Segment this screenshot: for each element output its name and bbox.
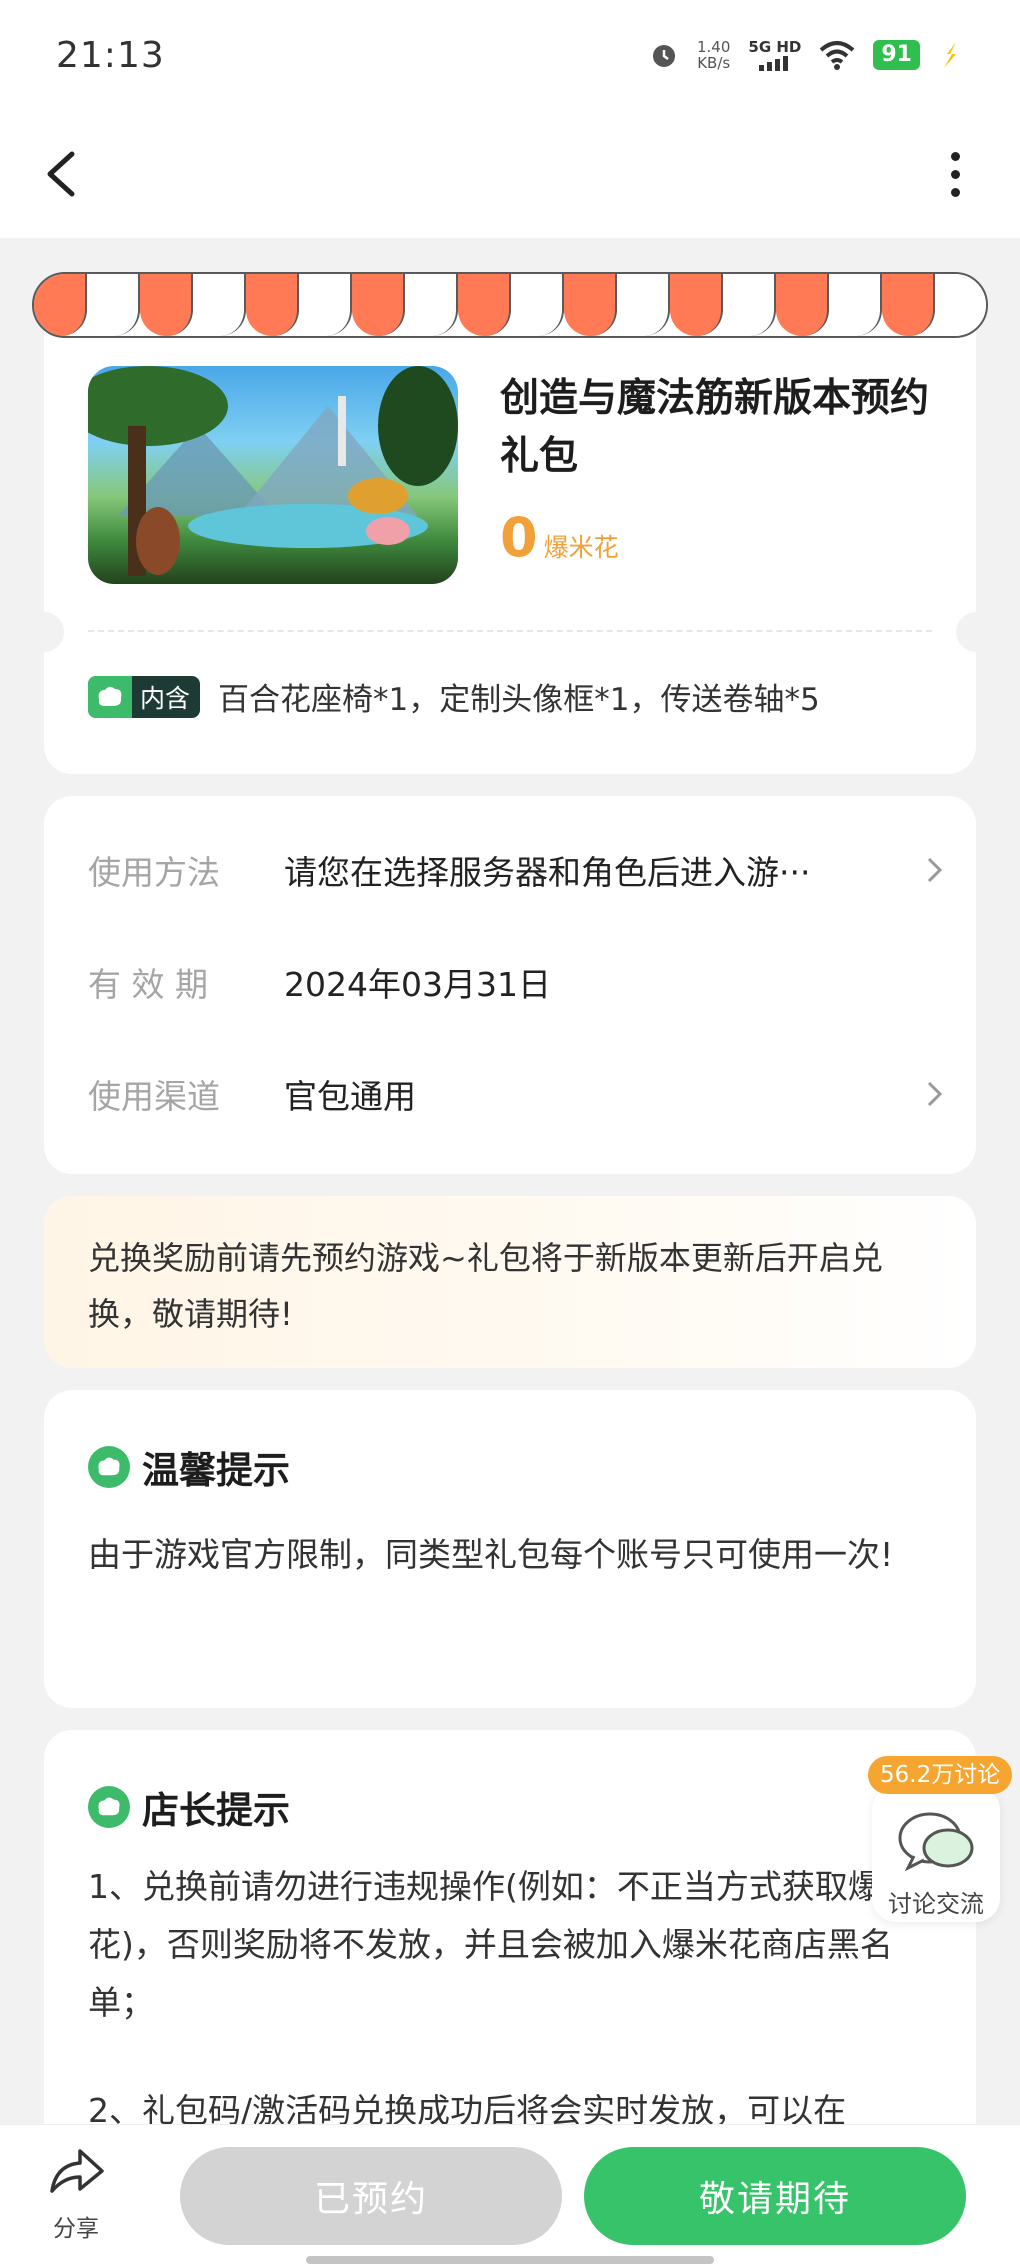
shop-tip-item-1: 1、兑换前请勿进行违规操作(例如：不正当方式获取爆米花)，否则奖励将不发放，并且… [88, 1867, 914, 2022]
popcorn-icon [88, 1786, 130, 1828]
network-type: 5G HD [748, 38, 802, 56]
share-label: 分享 [53, 2216, 99, 2242]
status-bar: 21:13 1.40 KB/s 5G HD 91 [0, 0, 1020, 110]
gift-card: 创造与魔法筋新版本预约礼包 0 爆米花 内含 百合花座椅*1，定制头像框*1，传… [24, 320, 996, 774]
warm-tip-header: 温馨提示 [88, 1440, 290, 1494]
awning-stripe [511, 274, 564, 336]
shop-tip-title: 店长提示 [142, 1789, 290, 1832]
net-speed: 1.40 KB/s [697, 39, 730, 71]
awning-stripe [352, 274, 405, 336]
wifi-icon [820, 41, 855, 70]
shop-tip-card: 店长提示 1、兑换前请勿进行违规操作(例如：不正当方式获取爆米花)，否则奖励将不… [44, 1730, 976, 2150]
awning-stripe [723, 274, 776, 336]
usage-info-card: 使用方法 请您在选择服务器和角色后进入游··· 有 效 期 2024年03月31… [44, 796, 976, 1174]
awning-stripe [87, 274, 140, 336]
await-button[interactable]: 敬请期待 [584, 2147, 966, 2245]
popcorn-icon [88, 675, 132, 718]
more-vertical-icon [951, 152, 960, 161]
awning-stripe [829, 274, 882, 336]
channel-label: 使用渠道 [88, 1077, 220, 1116]
validity-row: 有 效 期 2024年03月31日 [88, 952, 938, 1012]
awning-stripe [34, 274, 87, 336]
dashed-divider [88, 630, 932, 632]
status-icons: 1.40 KB/s 5G HD 91 [649, 39, 964, 71]
usage-method-row[interactable]: 使用方法 请您在选择服务器和角色后进入游··· [88, 840, 943, 900]
gift-title: 创造与魔法筋新版本预约礼包 [500, 376, 930, 479]
usage-method-label: 使用方法 [88, 853, 220, 892]
awning-stripe [299, 274, 352, 336]
gift-price: 0 爆米花 [500, 506, 619, 569]
warm-tip-card: 温馨提示 由于游戏官方限制，同类型礼包每个账号只可使用一次! [44, 1390, 976, 1708]
signal-group: 5G HD [748, 39, 801, 71]
validity-value: 2024年03月31日 [284, 965, 551, 1004]
awning-stripe [246, 274, 299, 336]
status-time: 21:13 [56, 34, 165, 76]
awning-decoration [32, 272, 988, 338]
usage-method-value: 请您在选择服务器和角色后进入游··· [284, 853, 811, 892]
chat-bubbles-icon [898, 1812, 974, 1872]
share-icon [50, 2149, 104, 2193]
awning-stripe [776, 274, 829, 336]
price-value: 0 [500, 506, 538, 569]
awning-stripe [617, 274, 670, 336]
more-button[interactable] [930, 140, 980, 204]
validity-label: 有 效 期 [88, 965, 208, 1004]
price-unit: 爆米花 [543, 533, 619, 562]
warm-tip-body: 由于游戏官方限制，同类型礼包每个账号只可使用一次! [88, 1535, 894, 1574]
chevron-right-icon [927, 1081, 943, 1107]
ticket-notch-right [956, 612, 996, 652]
warm-tip-title: 温馨提示 [142, 1449, 290, 1492]
awning-stripe [405, 274, 458, 336]
game-cover-image [88, 366, 458, 584]
discussion-panel: 讨论交流 [872, 1786, 1000, 1922]
contains-tag-label: 内含 [140, 683, 191, 713]
awning-stripe [193, 274, 246, 336]
awning-stripe [935, 274, 986, 336]
discussion-count-badge: 56.2万讨论 [868, 1756, 1013, 1794]
net-speed-value: 1.40 [696, 38, 731, 56]
shop-tip-header: 店长提示 [88, 1780, 290, 1834]
alarm-icon [652, 45, 675, 67]
contains-text: 百合花座椅*1，定制头像框*1，传送卷轴*5 [218, 682, 820, 718]
ticket-notch-left [24, 612, 64, 652]
game-cover-illustration [88, 366, 458, 576]
discussion-label: 讨论交流 [888, 1890, 984, 1918]
channel-value: 官包通用 [284, 1077, 416, 1116]
popcorn-icon [88, 1446, 130, 1488]
awning-stripe [564, 274, 617, 336]
signal-icon [758, 56, 788, 71]
redeem-notice: 兑换奖励前请先预约游戏~礼包将于新版本更新后开启兑换，敬请期待! [44, 1196, 976, 1368]
awning-stripe [458, 274, 511, 336]
back-button[interactable] [36, 140, 96, 204]
net-speed-unit: KB/s [697, 54, 731, 72]
contains-tag: 内含 [88, 675, 201, 718]
more-dot [951, 188, 960, 197]
reserved-button[interactable]: 已预约 [180, 2147, 562, 2245]
awning-stripe [140, 274, 193, 336]
discussion-float-button[interactable]: 讨论交流 56.2万讨论 [868, 1756, 1013, 1922]
more-dot [951, 170, 960, 179]
bottom-action-bar: 分享 已预约 敬请期待 [0, 2124, 1020, 2267]
gift-contents: 内含 百合花座椅*1，定制头像框*1，传送卷轴*5 [88, 674, 820, 719]
channel-row[interactable]: 使用渠道 官包通用 [88, 1064, 943, 1124]
nav-bar [0, 110, 1020, 238]
awning-stripe [882, 274, 935, 336]
home-indicator[interactable] [306, 2256, 714, 2264]
chevron-right-icon [927, 857, 943, 883]
battery-icon: 91 [873, 40, 920, 70]
back-arrow-icon [47, 151, 75, 197]
share-button[interactable]: 分享 [44, 2141, 108, 2242]
charging-icon [944, 42, 956, 68]
awning-stripe [670, 274, 723, 336]
